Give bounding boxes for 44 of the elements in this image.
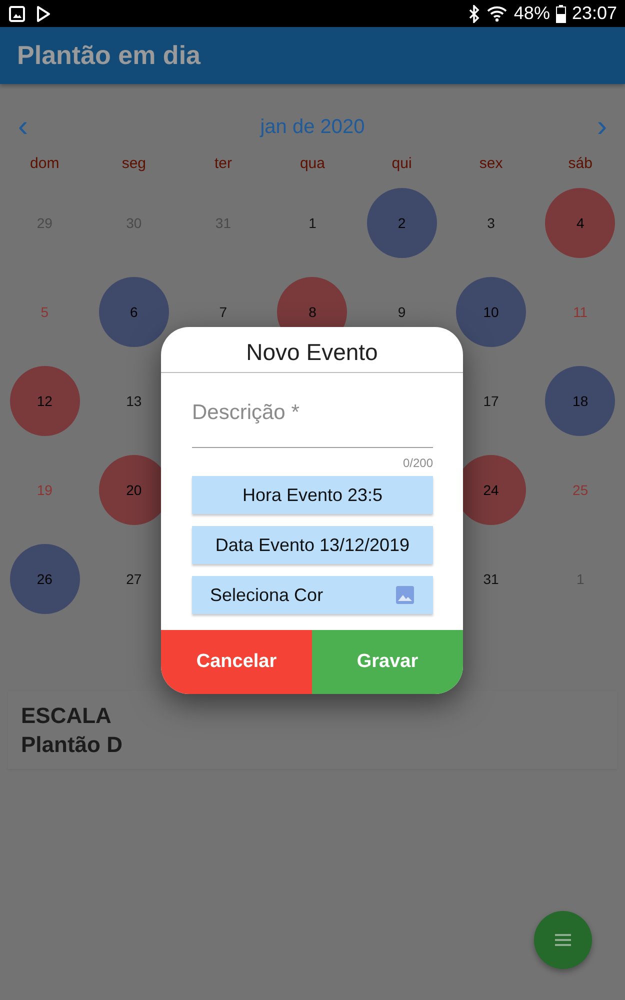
calendar-day[interactable]: 1 — [277, 188, 348, 258]
cancel-button[interactable]: Cancelar — [161, 630, 312, 694]
image-icon — [8, 4, 26, 22]
weekday-label: sáb — [568, 154, 592, 174]
wifi-icon — [486, 4, 508, 24]
save-button[interactable]: Gravar — [312, 630, 463, 694]
calendar-day[interactable]: 18 — [545, 366, 616, 436]
clock-time: 23:07 — [572, 3, 617, 24]
bluetooth-icon — [468, 4, 480, 22]
calendar-day[interactable]: 5 — [10, 276, 80, 346]
weekday-label: seg — [122, 154, 146, 174]
play-icon — [34, 4, 52, 22]
image-icon — [395, 585, 415, 605]
calendar-day[interactable]: 2 — [366, 188, 437, 258]
calendar-day[interactable]: 3 — [456, 188, 526, 258]
previous-month-button[interactable]: ‹ — [12, 113, 34, 141]
calendar-day[interactable]: 10 — [456, 276, 526, 346]
weekday-label: qui — [392, 154, 412, 174]
weekday-label: ter — [214, 154, 232, 174]
battery-icon — [556, 4, 566, 22]
month-title: jan de 2020 — [260, 116, 365, 138]
next-month-button[interactable]: › — [590, 113, 613, 141]
calendar-day[interactable]: 26 — [10, 544, 80, 614]
calendar-day[interactable]: 11 — [545, 276, 616, 346]
weekday-label: dom — [30, 154, 60, 174]
battery-percentage: 48% — [514, 3, 550, 24]
menu-button[interactable] — [534, 911, 592, 969]
calendar-day[interactable]: 4 — [545, 188, 616, 258]
app-title: Plantão em dia — [17, 40, 200, 71]
calendar-day[interactable]: 25 — [545, 454, 616, 524]
calendar-day[interactable]: 6 — [98, 276, 169, 346]
description-field[interactable]: Descrição * — [192, 397, 433, 448]
menu-icon — [554, 933, 572, 947]
form-button[interactable]: Data Evento 13/12/2019 — [192, 526, 433, 564]
character-counter: 0/200 — [402, 456, 433, 470]
schedule-text: ESCALA — [21, 702, 112, 730]
form-button[interactable]: Hora Evento 23:5 — [192, 476, 433, 514]
weekday-label: qua — [300, 154, 325, 174]
weekday-label: sex — [479, 154, 503, 174]
schedule-text: Plantão D — [21, 731, 124, 759]
calendar-day[interactable]: 19 — [10, 454, 80, 524]
calendar-day[interactable]: 12 — [10, 366, 80, 436]
dialog-title: Novo Evento — [161, 327, 463, 373]
color-picker-button[interactable]: Seleciona Cor — [192, 576, 433, 614]
